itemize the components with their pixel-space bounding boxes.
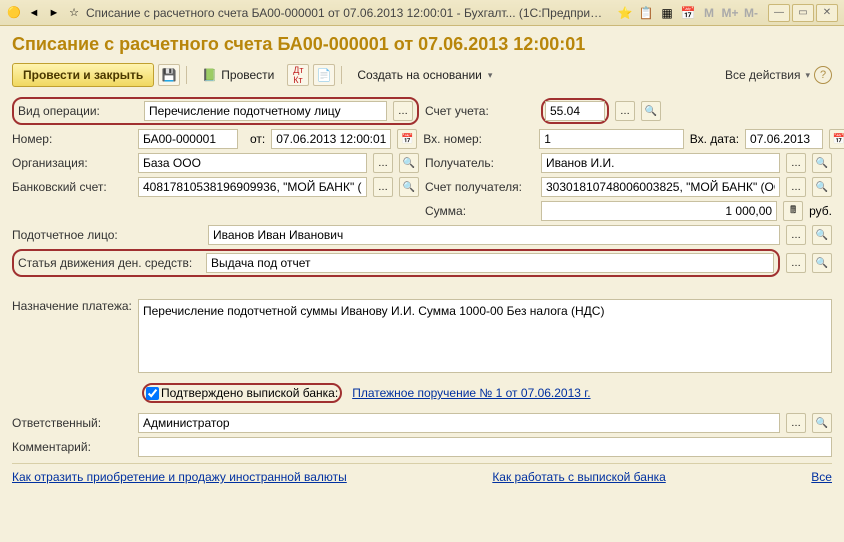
- label-payee-acc: Счет получателя:: [425, 180, 535, 194]
- minimize-button[interactable]: —: [768, 4, 790, 22]
- label-payee: Получатель:: [425, 156, 535, 170]
- window-controls: — ▭ ✕: [768, 4, 838, 22]
- cashflow-search-button[interactable]: 🔍: [812, 253, 832, 273]
- star-icon[interactable]: ⭐: [616, 4, 634, 22]
- op-type-select-button[interactable]: …: [393, 101, 413, 121]
- hl-cashflow: Статья движения ден. средств:: [12, 249, 780, 277]
- toolbar: Провести и закрыть 💾 📗Провести ДтКт 📄 Со…: [12, 63, 832, 87]
- help-icon[interactable]: ?: [814, 66, 832, 84]
- all-link[interactable]: Все: [811, 470, 832, 484]
- responsible-search-button[interactable]: 🔍: [812, 413, 832, 433]
- account-select-button[interactable]: …: [615, 101, 635, 121]
- calendar-icon[interactable]: 📅: [679, 4, 697, 22]
- payee-acc-input[interactable]: [541, 177, 780, 197]
- label-currency: руб.: [809, 204, 832, 218]
- advholder-select-button[interactable]: …: [786, 225, 806, 245]
- payee-select-button[interactable]: …: [786, 153, 806, 173]
- dtct-icon[interactable]: ДтКт: [287, 64, 309, 86]
- m-icon[interactable]: M: [700, 4, 718, 22]
- report-icon[interactable]: 📄: [313, 64, 335, 86]
- label-number: Номер:: [12, 132, 132, 146]
- payment-order-link[interactable]: Платежное поручение № 1 от 07.06.2013 г.: [352, 386, 590, 400]
- date-picker-button[interactable]: 📅: [397, 129, 417, 149]
- create-based-button[interactable]: Создать на основании: [348, 64, 501, 86]
- label-org: Организация:: [12, 156, 132, 170]
- label-comment: Комментарий:: [12, 440, 132, 454]
- sum-calc-button[interactable]: 🖩: [783, 201, 803, 221]
- nav-back-icon[interactable]: ◄: [26, 5, 42, 21]
- post-icon: 📗: [202, 68, 217, 82]
- bank-acc-input[interactable]: [138, 177, 367, 197]
- hl-account: [541, 98, 609, 124]
- footer-links: Как отразить приобретение и продажу инос…: [12, 463, 832, 484]
- label-cashflow: Статья движения ден. средств:: [18, 256, 200, 270]
- mminus-icon[interactable]: M-: [742, 4, 760, 22]
- payee-acc-search-button[interactable]: 🔍: [812, 177, 832, 197]
- tool-icon[interactable]: 📋: [637, 4, 655, 22]
- app-icon: 🟡: [6, 5, 22, 21]
- label-in-number: Вх. номер:: [423, 132, 533, 146]
- label-responsible: Ответственный:: [12, 416, 132, 430]
- hl-op-type: Вид операции: …: [12, 97, 419, 125]
- grid-icon[interactable]: ▦: [658, 4, 676, 22]
- in-number-input[interactable]: [539, 129, 683, 149]
- cashflow-select-button[interactable]: …: [786, 253, 806, 273]
- label-advholder: Подотчетное лицо:: [12, 228, 202, 242]
- payee-search-button[interactable]: 🔍: [812, 153, 832, 173]
- page-title: Списание с расчетного счета БА00-000001 …: [12, 34, 832, 55]
- org-select-button[interactable]: …: [373, 153, 393, 173]
- post-button[interactable]: 📗Провести: [193, 64, 283, 86]
- maximize-button[interactable]: ▭: [792, 4, 814, 22]
- save-icon[interactable]: 💾: [158, 64, 180, 86]
- payee-acc-select-button[interactable]: …: [786, 177, 806, 197]
- account-search-button[interactable]: 🔍: [641, 101, 661, 121]
- label-account: Счет учета:: [425, 104, 535, 118]
- label-in-date: Вх. дата:: [690, 132, 739, 146]
- close-button[interactable]: ✕: [816, 4, 838, 22]
- op-type-input[interactable]: [144, 101, 387, 121]
- purpose-textarea[interactable]: Перечисление подотчетной суммы Иванову И…: [138, 299, 832, 373]
- cashflow-input[interactable]: [206, 253, 774, 273]
- org-input[interactable]: [138, 153, 367, 173]
- account-input[interactable]: [545, 101, 605, 121]
- payee-input[interactable]: [541, 153, 780, 173]
- titlebar: 🟡 ◄ ► ☆ Списание с расчетного счета БА00…: [0, 0, 844, 26]
- advholder-input[interactable]: [208, 225, 780, 245]
- bank-acc-search-button[interactable]: 🔍: [399, 177, 419, 197]
- in-date-input[interactable]: [745, 129, 823, 149]
- responsible-input[interactable]: [138, 413, 780, 433]
- confirmed-checkbox[interactable]: [146, 387, 159, 400]
- responsible-select-button[interactable]: …: [786, 413, 806, 433]
- post-and-close-button[interactable]: Провести и закрыть: [12, 63, 154, 87]
- label-from: от:: [250, 132, 265, 146]
- statement-link[interactable]: Как работать с выпиской банка: [492, 470, 665, 484]
- date-input[interactable]: [271, 129, 391, 149]
- favorite-icon[interactable]: ☆: [66, 5, 82, 21]
- nav-fwd-icon[interactable]: ►: [46, 5, 62, 21]
- mplus-icon[interactable]: M+: [721, 4, 739, 22]
- window-title: Списание с расчетного счета БА00-000001 …: [86, 6, 608, 20]
- hl-confirmed: Подтверждено выпиской банка:: [142, 383, 342, 403]
- all-actions-button[interactable]: Все действия: [725, 68, 810, 82]
- in-date-picker-button[interactable]: 📅: [829, 129, 844, 149]
- titlebar-extras: ⭐ 📋 ▦ 📅 M M+ M-: [616, 4, 760, 22]
- label-sum: Сумма:: [425, 204, 535, 218]
- bank-acc-select-button[interactable]: …: [373, 177, 393, 197]
- label-confirmed: Подтверждено выпиской банка:: [161, 386, 338, 400]
- label-bank-acc: Банковский счет:: [12, 180, 132, 194]
- number-input[interactable]: [138, 129, 238, 149]
- org-search-button[interactable]: 🔍: [399, 153, 419, 173]
- label-purpose: Назначение платежа:: [12, 299, 132, 313]
- label-op-type: Вид операции:: [18, 104, 138, 118]
- sum-input[interactable]: [541, 201, 777, 221]
- comment-input[interactable]: [138, 437, 832, 457]
- fx-link[interactable]: Как отразить приобретение и продажу инос…: [12, 470, 347, 484]
- advholder-search-button[interactable]: 🔍: [812, 225, 832, 245]
